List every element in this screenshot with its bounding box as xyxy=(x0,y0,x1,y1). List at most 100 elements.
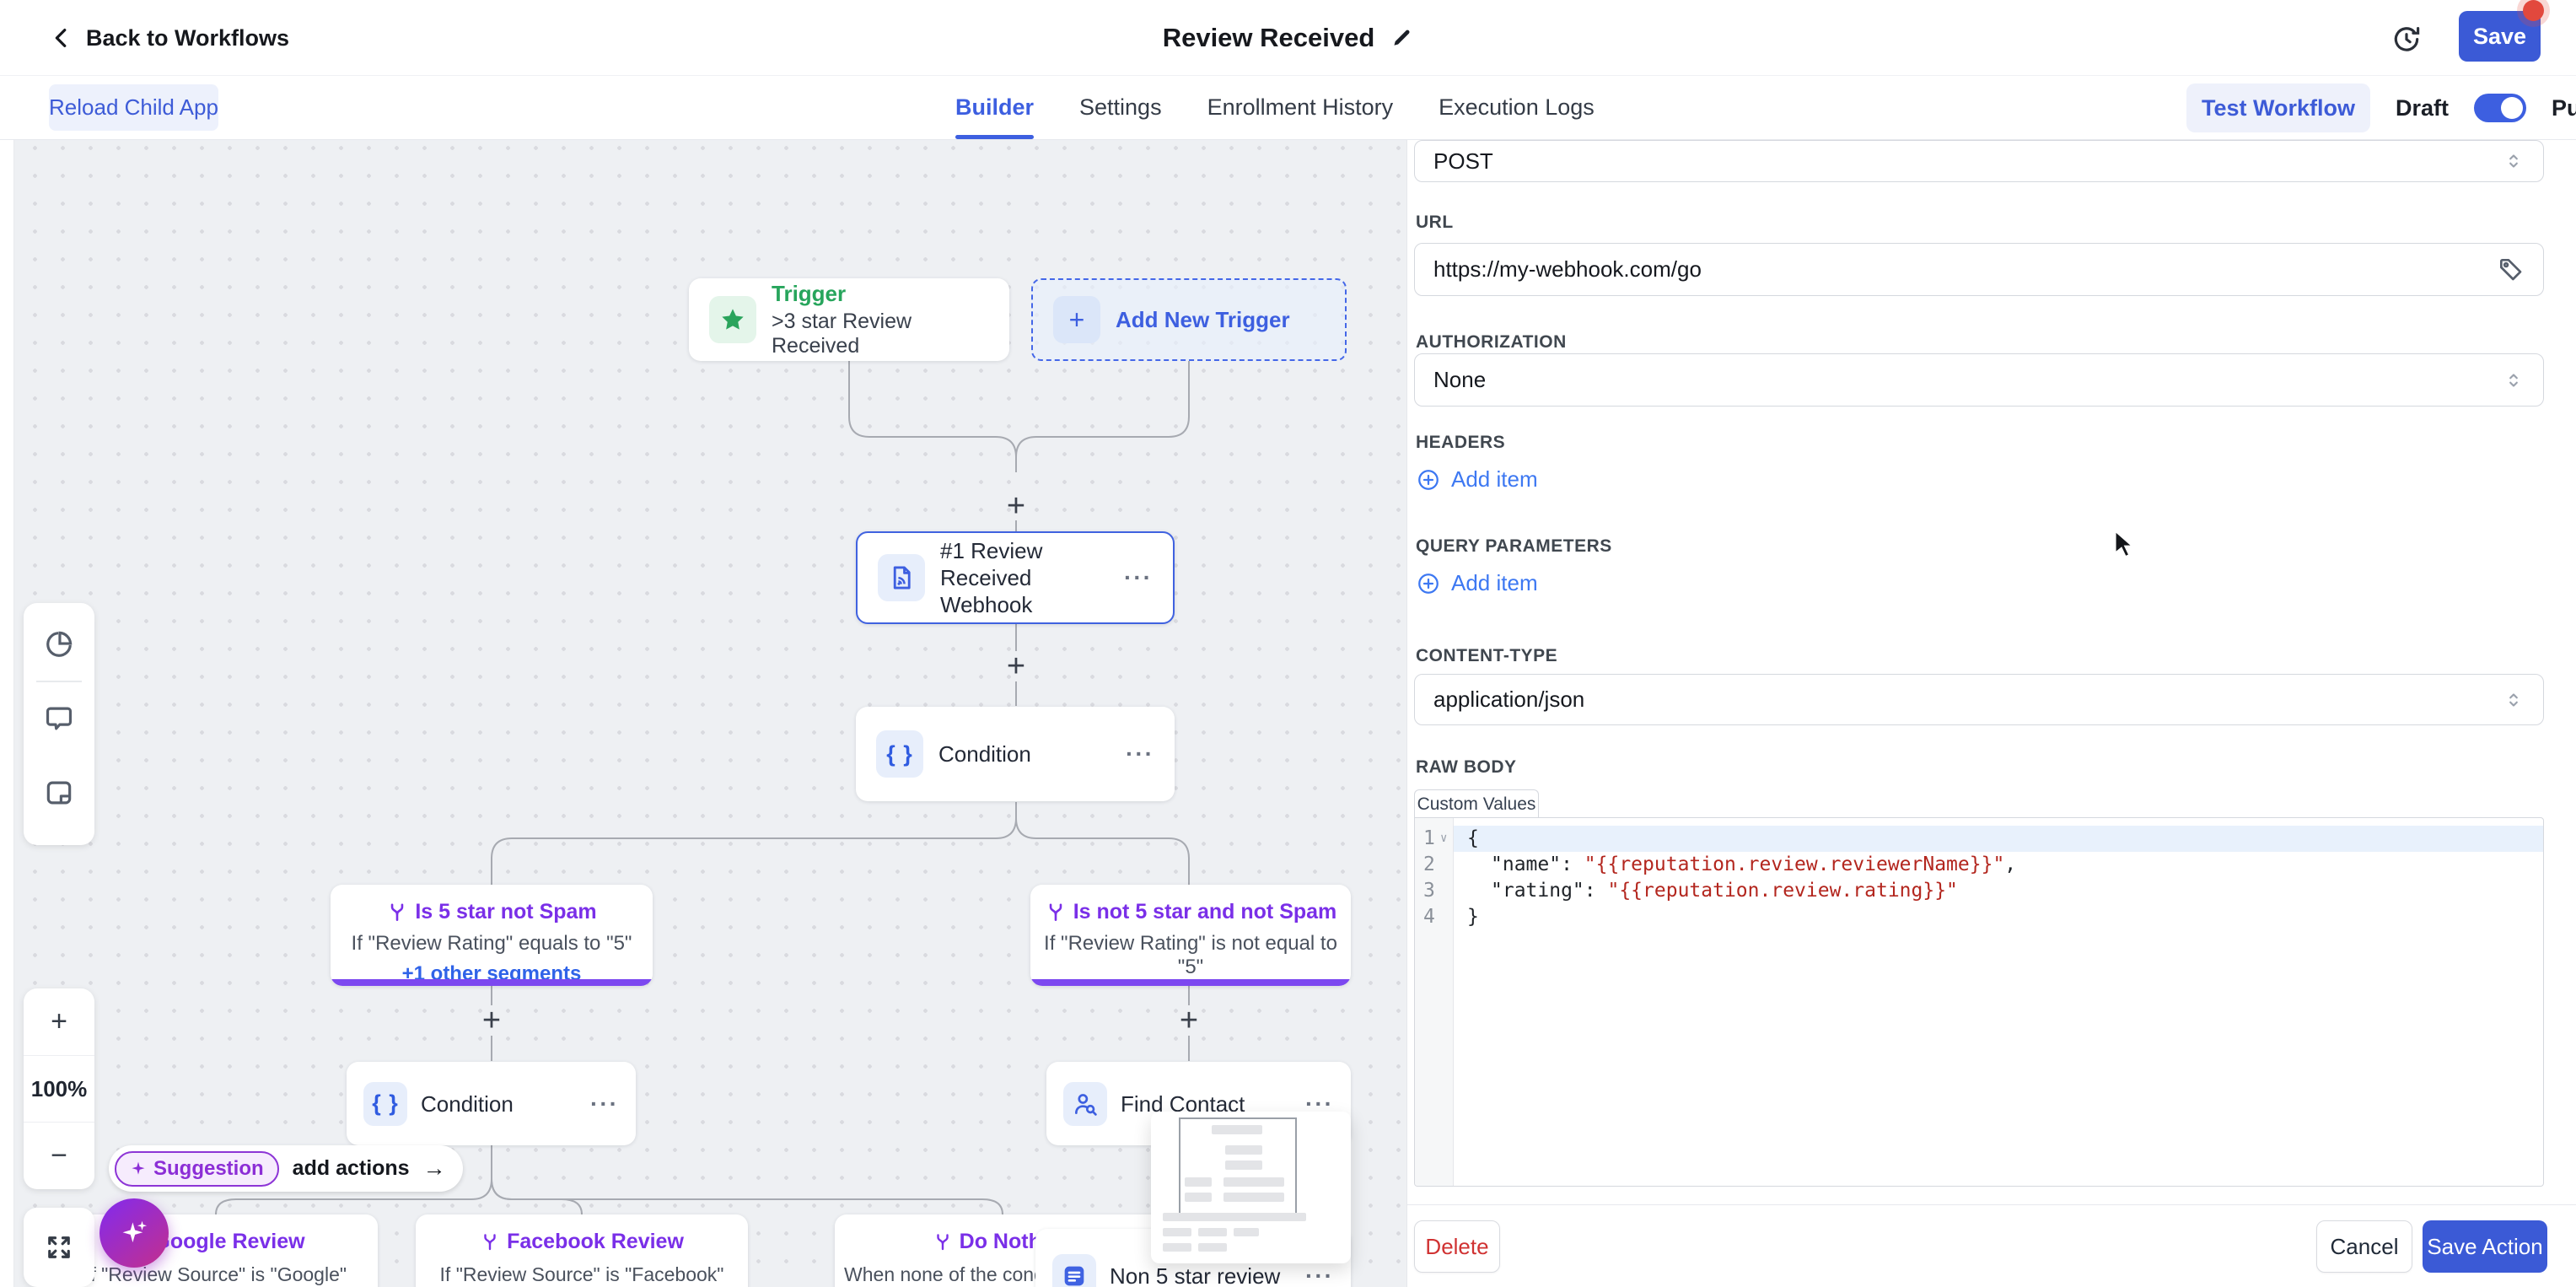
fold-chevron-icon[interactable]: ∨ xyxy=(1440,826,1447,852)
authorization-label: AUTHORIZATION xyxy=(1416,332,1567,353)
arrow-right-icon: → xyxy=(423,1155,446,1182)
expand-arrows-icon xyxy=(44,1232,74,1263)
condition-node[interactable]: { } Condition ··· xyxy=(856,707,1175,801)
add-step-button[interactable]: + xyxy=(999,649,1033,683)
branch-node-is-not-5-star[interactable]: Is not 5 star and not Spam If "Review Ra… xyxy=(1030,885,1351,986)
tab-builder[interactable]: Builder xyxy=(955,76,1034,139)
suggestion-badge[interactable]: Suggestion xyxy=(115,1151,279,1187)
branch-fork-icon xyxy=(480,1232,500,1252)
add-header-button[interactable]: Add item xyxy=(1416,466,1538,493)
branch-condition-text: If "Review Source" is "Google" xyxy=(54,1263,378,1286)
code-line: "rating": "{{reputation.review.rating}}" xyxy=(1467,878,2535,904)
braces-icon: { } xyxy=(363,1082,407,1126)
skeleton-bar xyxy=(1212,1125,1262,1134)
workflow-builder-app: Back to Workflows Review Received Save R… xyxy=(0,0,2576,1287)
node-menu-icon[interactable]: ··· xyxy=(1126,740,1154,767)
trigger-subtitle: >3 star Review Received xyxy=(772,310,989,358)
active-tab-underline xyxy=(955,135,1034,139)
skeleton-bar xyxy=(1198,1228,1227,1236)
skeleton-bar xyxy=(1223,1193,1284,1202)
publish-toggle[interactable] xyxy=(2474,94,2526,122)
node-title: Non 5 star review xyxy=(1110,1263,1280,1287)
branch-node-is-5-star[interactable]: Is 5 star not Spam If "Review Rating" eq… xyxy=(331,885,653,986)
node-title: Condition xyxy=(421,1090,514,1117)
chevron-up-down-icon xyxy=(2503,689,2525,711)
add-step-button[interactable]: + xyxy=(475,1004,508,1037)
back-to-workflows-button[interactable]: Back to Workflows xyxy=(49,19,289,57)
skeleton-bar xyxy=(1223,1177,1284,1187)
fit-view-button[interactable] xyxy=(24,1208,94,1287)
branch-accent-bar xyxy=(1030,979,1351,986)
content-type-select[interactable]: application/json xyxy=(1414,674,2544,725)
line-number: 2 xyxy=(1423,852,1435,878)
braces-icon: { } xyxy=(876,730,923,778)
node-menu-icon[interactable]: ··· xyxy=(590,1090,619,1117)
url-label: URL xyxy=(1416,213,1454,233)
cancel-button[interactable]: Cancel xyxy=(2316,1220,2412,1273)
stats-pie-icon[interactable] xyxy=(43,628,75,660)
node-menu-icon[interactable]: ··· xyxy=(1305,1263,1334,1287)
workflow-canvas[interactable]: Trigger >3 star Review Received + Add Ne… xyxy=(0,139,1406,1287)
panel-footer: Delete Cancel Save Action xyxy=(1407,1204,2576,1287)
zoom-out-button[interactable]: − xyxy=(24,1123,94,1189)
tab-settings[interactable]: Settings xyxy=(1079,76,1162,139)
tag-icon[interactable] xyxy=(2497,256,2524,283)
circled-plus-icon xyxy=(1416,467,1441,493)
authorization-select[interactable]: None xyxy=(1414,353,2544,407)
add-new-trigger-button[interactable]: + Add New Trigger xyxy=(1031,278,1347,361)
content-type-label: CONTENT-TYPE xyxy=(1416,646,1557,666)
branch-condition-text: If "Review Rating" is not equal to "5" xyxy=(1030,932,1351,979)
custom-values-tab[interactable]: Custom Values xyxy=(1414,789,1539,818)
query-parameters-label: QUERY PARAMETERS xyxy=(1416,536,1612,557)
trigger-star-icon xyxy=(709,296,756,343)
method-select[interactable]: POST xyxy=(1414,140,2544,182)
add-actions-link[interactable]: add actions xyxy=(293,1156,410,1181)
raw-body-label: RAW BODY xyxy=(1416,757,1517,778)
chevron-up-down-icon xyxy=(2503,369,2525,391)
edit-pencil-icon[interactable] xyxy=(1390,26,1413,50)
raw-body-code-editor[interactable]: 1 2 3 4 ∨ { "name": "{{reputation.review… xyxy=(1414,817,2544,1187)
sparkle-icon xyxy=(118,1217,150,1249)
app-header: Back to Workflows Review Received Save xyxy=(0,0,2576,76)
skeleton-bar xyxy=(1234,1228,1259,1236)
code-line: { xyxy=(1467,826,2535,852)
branch-title: Is not 5 star and not Spam xyxy=(1073,900,1337,924)
ai-assistant-fab[interactable] xyxy=(99,1198,169,1268)
trigger-node[interactable]: Trigger >3 star Review Received xyxy=(689,278,1009,361)
tab-execution-logs[interactable]: Execution Logs xyxy=(1439,76,1595,139)
skeleton-bar xyxy=(1185,1193,1212,1202)
line-number: 3 xyxy=(1423,878,1435,904)
test-workflow-button[interactable]: Test Workflow xyxy=(2186,83,2370,132)
condition-node[interactable]: { } Condition ··· xyxy=(347,1062,636,1145)
delete-button[interactable]: Delete xyxy=(1414,1220,1500,1273)
node-menu-icon[interactable]: ··· xyxy=(1124,564,1153,591)
unsaved-changes-badge xyxy=(2523,0,2544,21)
reload-child-app-button[interactable]: Reload Child App xyxy=(49,84,218,131)
skeleton-bar xyxy=(1163,1213,1306,1221)
add-query-param-button[interactable]: Add item xyxy=(1416,570,1538,596)
branch-condition-text: If "Review Rating" equals to "5" xyxy=(331,932,653,956)
branch-title: Is 5 star not Spam xyxy=(415,900,596,924)
branch-title: Facebook Review xyxy=(507,1230,684,1254)
webhook-action-node[interactable]: #1 Review Received Webhook ··· xyxy=(856,531,1175,624)
add-step-button[interactable]: + xyxy=(999,489,1033,523)
notes-icon[interactable] xyxy=(43,777,75,809)
tab-enrollment-history[interactable]: Enrollment History xyxy=(1207,76,1394,139)
code-line: "name": "{{reputation.review.reviewerNam… xyxy=(1467,852,2535,878)
publish-label: Publish xyxy=(2552,95,2576,121)
ai-suggestion-bar: Suggestion add actions → xyxy=(109,1145,463,1192)
add-step-button[interactable]: + xyxy=(1172,1004,1206,1037)
builder-toolbar: Reload Child App Builder Settings Enroll… xyxy=(0,76,2576,140)
skeleton-bar xyxy=(1225,1145,1262,1155)
skeleton-bar xyxy=(1163,1243,1191,1252)
zoom-in-button[interactable]: + xyxy=(24,988,94,1055)
branch-condition-text: If "Review Source" is "Facebook" xyxy=(416,1263,748,1286)
url-input[interactable] xyxy=(1414,243,2544,296)
save-action-button[interactable]: Save Action xyxy=(2423,1220,2547,1273)
branch-node-facebook-review[interactable]: Facebook Review If "Review Source" is "F… xyxy=(416,1214,748,1287)
zoom-level[interactable]: 100% xyxy=(24,1056,94,1123)
comments-icon[interactable] xyxy=(43,703,75,735)
editor-gutter: 1 2 3 4 ∨ xyxy=(1415,818,1454,1186)
history-icon[interactable] xyxy=(2389,20,2424,56)
chevron-up-down-icon xyxy=(2503,150,2525,172)
